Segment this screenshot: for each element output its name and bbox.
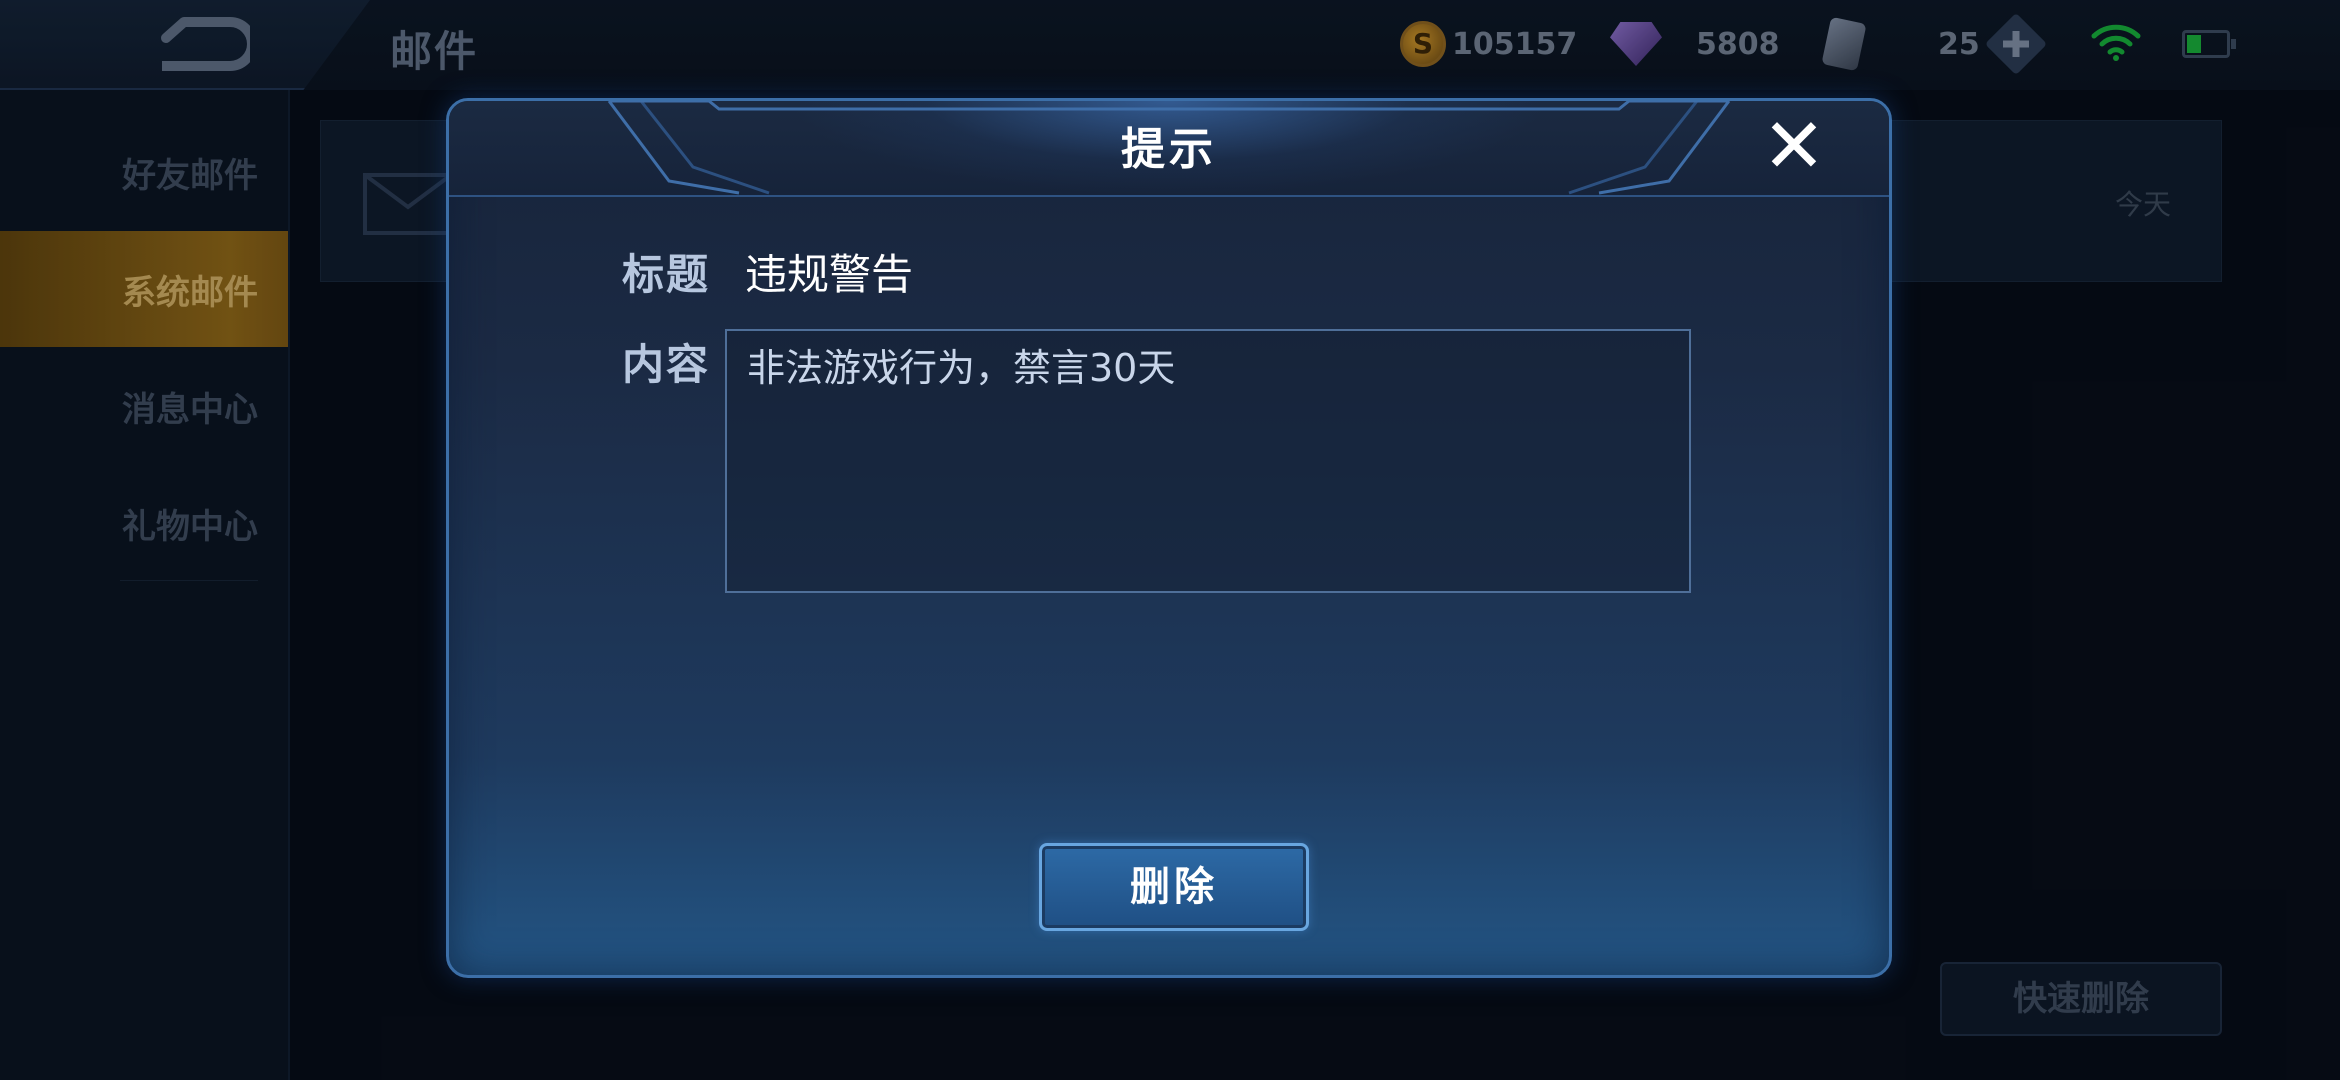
content-label: 内容 [622, 340, 711, 389]
subject-value: 违规警告 [745, 250, 914, 299]
notice-dialog: 提示 ✕ 标题 违规警告 内容 非法游戏行为，禁言30天 删除 [446, 98, 1892, 978]
close-icon[interactable]: ✕ [1759, 108, 1829, 184]
dialog-title: 提示 [1121, 124, 1217, 175]
content-text: 非法游戏行为，禁言30天 [747, 346, 1176, 390]
subject-label: 标题 [622, 250, 711, 299]
delete-button[interactable]: 删除 [1039, 843, 1309, 931]
dialog-header: 提示 ✕ [449, 101, 1889, 197]
content-box: 非法游戏行为，禁言30天 [725, 329, 1691, 593]
